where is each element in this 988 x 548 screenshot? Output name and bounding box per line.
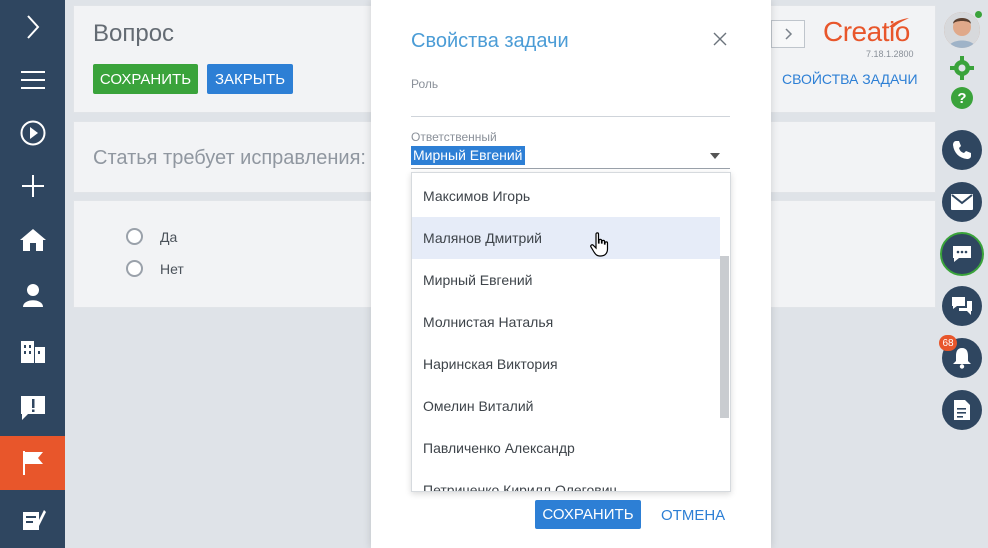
messages-icon — [952, 297, 972, 315]
avatar[interactable] — [944, 12, 980, 48]
dialog-save-button[interactable]: СОХРАНИТЬ — [535, 500, 641, 529]
menu-icon[interactable] — [0, 53, 65, 107]
online-status-dot — [975, 11, 982, 18]
list-item[interactable]: Мирный Евгений — [412, 259, 720, 301]
question-text: Статья требует исправления: — [93, 147, 366, 169]
dialog-title: Свойства задачи — [411, 30, 569, 52]
close-button[interactable]: ЗАКРЫТЬ — [207, 64, 293, 94]
app-version: 7.18.1.2800 — [866, 49, 914, 59]
logo-swoosh-icon — [889, 18, 909, 27]
list-item[interactable]: Омелин Виталий — [412, 385, 720, 427]
alert-icon[interactable] — [0, 381, 65, 435]
responsible-label: Ответственный — [411, 130, 497, 144]
radio-no-label: Нет — [160, 261, 184, 277]
email-icon — [951, 194, 973, 210]
home-icon[interactable] — [0, 213, 65, 267]
hand-cursor-icon — [590, 232, 609, 257]
process-button[interactable] — [942, 390, 982, 430]
list-item-hovered[interactable]: Малянов Дмитрий — [412, 217, 720, 259]
phone-icon — [953, 141, 971, 159]
list-item[interactable]: Максимов Игорь — [412, 175, 720, 217]
close-icon[interactable] — [713, 32, 727, 46]
chat-button[interactable] — [940, 232, 984, 276]
radio-yes-label: Да — [160, 229, 178, 245]
list-item[interactable]: Молнистая Наталья — [412, 301, 720, 343]
chat-icon — [953, 246, 971, 262]
page-title: Вопрос — [93, 20, 175, 47]
role-label: Роль — [411, 77, 439, 91]
help-icon[interactable]: ? — [950, 86, 974, 110]
left-nav-bar — [0, 0, 65, 548]
list-item[interactable]: Павличенко Александр — [412, 427, 720, 469]
tools-icon[interactable] — [0, 492, 65, 546]
responsible-dropdown-list: Максимов Игорь Малянов Дмитрий Мирный Ев… — [411, 172, 731, 492]
user-icon[interactable] — [0, 268, 65, 322]
list-item[interactable]: Наринская Виктория — [412, 343, 720, 385]
document-icon — [954, 400, 970, 420]
play-icon[interactable] — [0, 106, 65, 160]
responsible-field-underline — [411, 168, 730, 169]
building-icon[interactable] — [0, 324, 65, 378]
chevron-right-icon[interactable] — [0, 0, 65, 54]
phone-button[interactable] — [942, 130, 982, 170]
role-field-underline — [411, 116, 730, 117]
radio-no[interactable] — [126, 260, 143, 277]
svg-text:?: ? — [957, 90, 966, 107]
bell-icon — [953, 348, 971, 369]
email-button[interactable] — [942, 182, 982, 222]
next-record-button[interactable] — [771, 20, 805, 48]
list-item[interactable]: Петриченко Кирилл Олегович — [412, 469, 720, 491]
chevron-right-icon — [785, 28, 793, 40]
flag-icon[interactable] — [0, 436, 65, 490]
role-field[interactable] — [411, 95, 730, 115]
dialog-cancel-button[interactable]: ОТМЕНА — [661, 507, 725, 524]
save-button[interactable]: СОХРАНИТЬ — [93, 64, 198, 94]
task-properties-link[interactable]: СВОЙСТВА ЗАДАЧИ — [782, 71, 918, 87]
notifications-count-badge: 68 — [939, 335, 957, 351]
responsible-field[interactable]: Мирный Евгений — [411, 146, 525, 165]
chevron-down-icon[interactable] — [710, 153, 720, 159]
gear-icon[interactable] — [950, 56, 974, 80]
radio-yes[interactable] — [126, 228, 143, 245]
feed-button[interactable] — [942, 286, 982, 326]
plus-icon[interactable] — [0, 159, 65, 213]
dropdown-scrollbar[interactable] — [720, 256, 729, 418]
